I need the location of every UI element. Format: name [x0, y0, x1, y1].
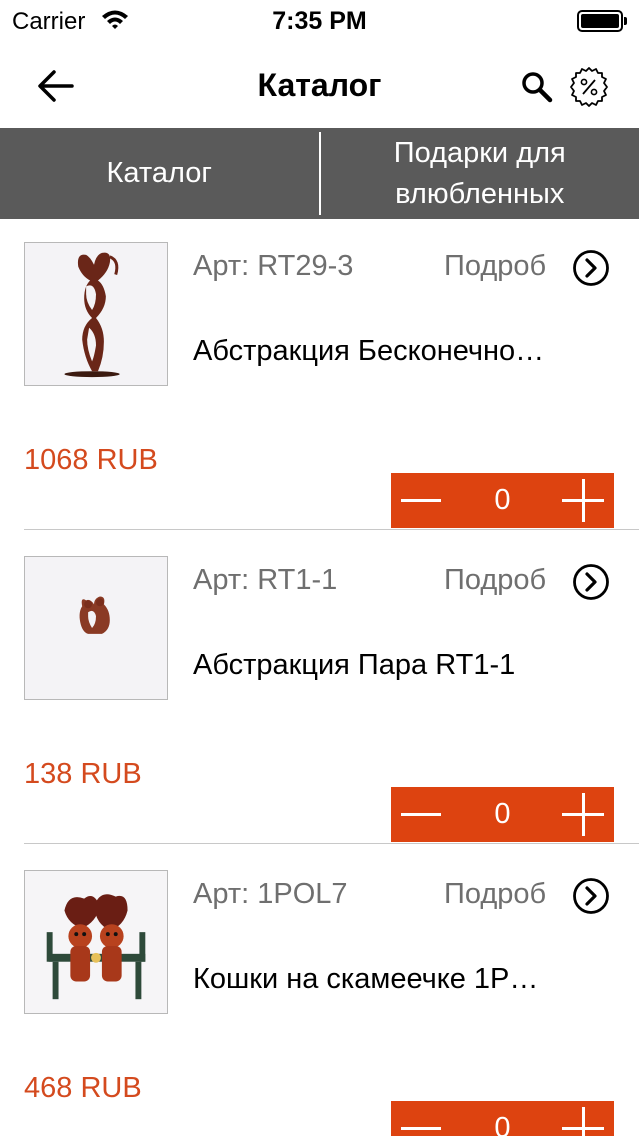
- product-image[interactable]: [24, 242, 168, 386]
- quantity-value[interactable]: 0: [455, 473, 550, 528]
- category-tabs: Каталог Подарки для влюбленных: [0, 128, 639, 219]
- quantity-value[interactable]: 0: [455, 1101, 550, 1136]
- increment-button[interactable]: [550, 473, 614, 528]
- product-sku: Арт: RT29-3: [193, 250, 354, 282]
- tab-label: Подарки для влюбленных: [393, 136, 566, 210]
- discount-badge-icon[interactable]: [568, 66, 610, 108]
- status-time: 7:35 PM: [272, 7, 367, 35]
- decrement-button[interactable]: [391, 787, 455, 842]
- product-sku: Арт: 1POL7: [193, 878, 348, 910]
- product-item[interactable]: Арт: RT29-3 Подроб Абстракция Бесконечно…: [0, 219, 639, 533]
- quantity-stepper: 0: [391, 473, 614, 528]
- product-name: Абстракция Пара RT1-1: [193, 649, 516, 681]
- increment-button[interactable]: [550, 1101, 614, 1136]
- product-image[interactable]: [24, 556, 168, 700]
- divider: [24, 843, 639, 844]
- product-image[interactable]: [24, 870, 168, 1014]
- tab-label: Каталог: [106, 157, 212, 189]
- decrement-button[interactable]: [391, 1101, 455, 1136]
- navigation-bar: Каталог: [0, 40, 639, 128]
- chevron-right-circle-icon[interactable]: [572, 563, 610, 601]
- details-link[interactable]: Подроб: [444, 564, 546, 597]
- product-price: 138 RUB: [24, 758, 142, 790]
- search-icon[interactable]: [520, 70, 554, 104]
- decrement-button[interactable]: [391, 473, 455, 528]
- chevron-right-circle-icon[interactable]: [572, 249, 610, 287]
- product-sku: Арт: RT1-1: [193, 564, 338, 596]
- product-name: Кошки на скамеечке 1P…: [193, 963, 539, 995]
- product-name: Абстракция Бесконечно…: [193, 335, 545, 367]
- product-item[interactable]: Арт: 1POL7 Подроб Кошки на скамеечке 1P……: [0, 847, 639, 1136]
- status-bar: Carrier 7:35 PM: [0, 0, 639, 40]
- quantity-value[interactable]: 0: [455, 787, 550, 842]
- details-link[interactable]: Подроб: [444, 250, 546, 283]
- details-link[interactable]: Подроб: [444, 878, 546, 911]
- product-price: 468 RUB: [24, 1072, 142, 1104]
- divider: [24, 529, 639, 530]
- product-item[interactable]: Арт: RT1-1 Подроб Абстракция Пара RT1-1 …: [0, 533, 639, 847]
- quantity-stepper: 0: [391, 787, 614, 842]
- quantity-stepper: 0: [391, 1101, 614, 1136]
- increment-button[interactable]: [550, 787, 614, 842]
- chevron-right-circle-icon[interactable]: [572, 877, 610, 915]
- product-price: 1068 RUB: [24, 444, 158, 476]
- tab-gifts-for-lovers[interactable]: Подарки для влюбленных: [321, 128, 639, 219]
- battery-icon: [577, 10, 627, 32]
- tab-catalog[interactable]: Каталог: [0, 128, 319, 219]
